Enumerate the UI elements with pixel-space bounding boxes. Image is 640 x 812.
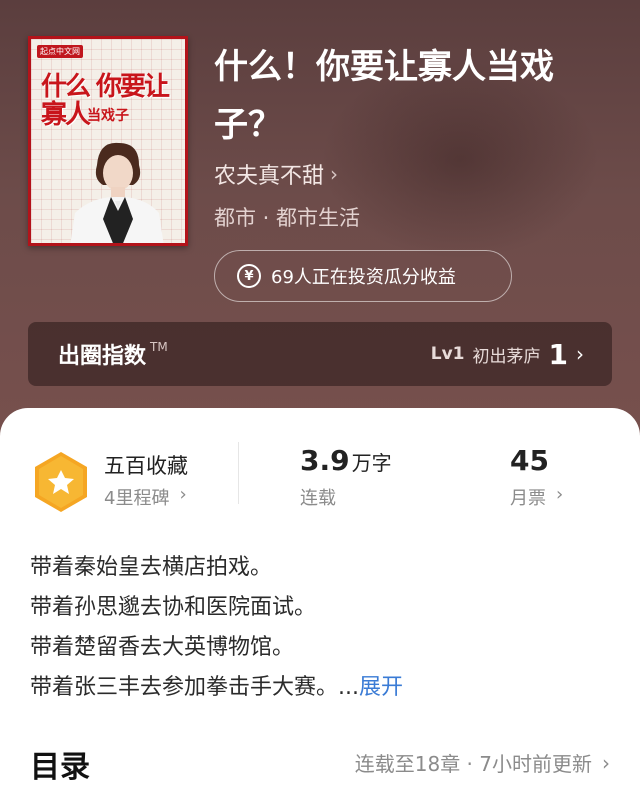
synopsis-line: 带着秦始皇去横店拍戏。	[30, 555, 273, 580]
invest-label: 69人正在投资瓜分收益	[271, 267, 456, 288]
star-badge-icon	[35, 452, 87, 512]
chevron-right-icon: ›	[602, 750, 610, 775]
breakout-title-text: 出圈指数	[58, 344, 147, 369]
invest-button[interactable]: ¥ 69人正在投资瓜分收益	[214, 250, 512, 302]
stats-divider	[238, 442, 239, 504]
toc-heading: 目录	[30, 750, 90, 785]
milestone-label: 4里程碑	[104, 488, 170, 509]
synopsis-line: 带着孙思邈去协和医院面试。	[30, 595, 317, 620]
milestone-link[interactable]: 4里程碑 ›	[104, 484, 187, 510]
synopsis-line: 带着张三丰去参加拳击手大赛。	[30, 675, 339, 700]
chevron-right-icon: ›	[576, 342, 584, 366]
breakout-index-bar[interactable]: 出圈指数 TM Lv1 初出茅庐 1 ›	[28, 322, 612, 386]
monthly-votes-label: 月票	[510, 488, 546, 509]
breakout-level: Lv1 初出茅庐 1 ›	[431, 338, 584, 371]
word-count-unit: 万字	[351, 451, 392, 475]
breakout-title: 出圈指数 TM	[58, 338, 168, 370]
cover-subtitle-art: 当戏子	[87, 108, 129, 124]
word-count-value: 3.9	[300, 444, 350, 477]
cover-brand-logo: 起点中文网	[37, 45, 83, 58]
trademark-mark: TM	[150, 340, 168, 354]
book-synopsis: 带着秦始皇去横店拍戏。 带着孙思邈去协和医院面试。 带着楚留香去大英博物馆。 带…	[30, 548, 620, 708]
toc-link[interactable]: 连载至18章 · 7小时前更新 ›	[355, 748, 610, 777]
book-genre[interactable]: 都市 · 都市生活	[214, 202, 360, 232]
chevron-right-icon: ›	[179, 484, 187, 505]
synopsis-line-last: 带着张三丰去参加拳击手大赛。...展开	[30, 668, 620, 708]
synopsis-line: 带着楚留香去大英博物馆。	[30, 635, 295, 660]
stats-row: 五百收藏 4里程碑 › 3.9 万字 连载 45 月票 ›	[0, 438, 640, 528]
serial-status: 连载	[300, 488, 336, 509]
author-name: 农夫真不甜	[214, 164, 325, 189]
book-title: 什么！你要让寡人当戏子？	[214, 47, 554, 145]
monthly-votes-value: 45	[510, 444, 549, 477]
synopsis-ellipsis: ...	[338, 675, 359, 700]
word-count: 3.9 万字	[300, 444, 392, 477]
cover-character-illustration	[70, 142, 164, 243]
chevron-right-icon: ›	[330, 162, 339, 186]
favorites-count: 五百收藏	[104, 454, 188, 478]
level-name: 初出茅庐	[472, 346, 541, 367]
level-code: Lv1	[430, 344, 465, 364]
yen-coin-icon: ¥	[237, 264, 261, 288]
monthly-votes-link[interactable]: 月票 ›	[510, 484, 563, 510]
book-cover[interactable]: 起点中文网 什么 你要让寡人 当戏子	[28, 36, 188, 246]
author-link[interactable]: 农夫真不甜 ›	[214, 158, 338, 190]
chevron-right-icon: ›	[556, 484, 564, 505]
book-info-card: 五百收藏 4里程碑 › 3.9 万字 连载 45 月票 › 带着秦始皇去横店拍戏…	[0, 408, 640, 812]
expand-synopsis-button[interactable]: 展开	[359, 675, 403, 700]
rank-number: 1	[548, 337, 568, 371]
toc-status-text: 连载至18章 · 7小时前更新	[354, 752, 592, 776]
